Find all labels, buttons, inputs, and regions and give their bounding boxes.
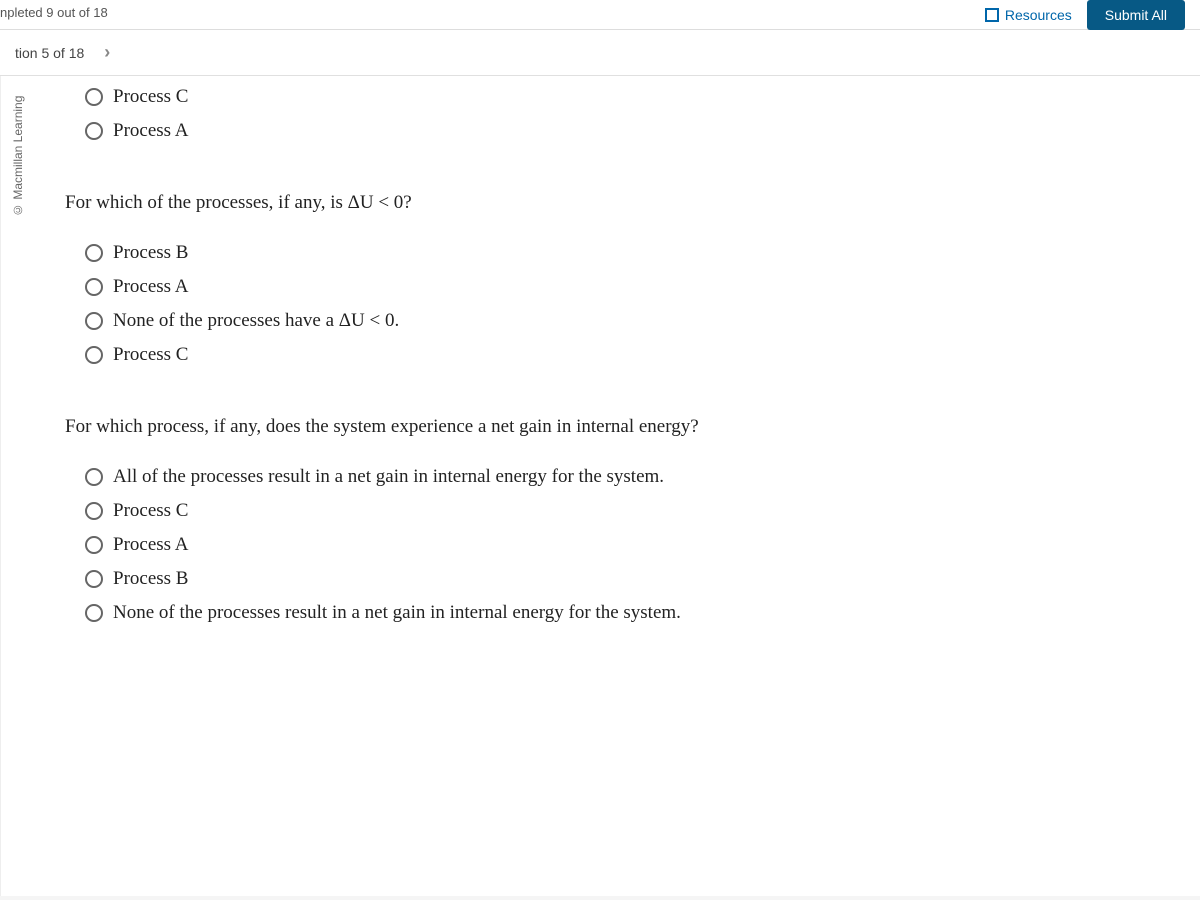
- next-question-arrow[interactable]: ›: [104, 42, 110, 63]
- option-label: Process A: [113, 534, 188, 556]
- main-content: Process C Process A For which of the pro…: [35, 76, 1200, 896]
- radio-icon: [85, 502, 103, 520]
- radio-icon: [85, 122, 103, 140]
- option-label: Process B: [113, 242, 188, 264]
- option-process-a-3[interactable]: Process A: [85, 534, 1170, 556]
- option-label: None of the processes result in a net ga…: [113, 602, 681, 624]
- resources-label: Resources: [1005, 7, 1072, 23]
- question-counter: tion 5 of 18: [15, 45, 84, 61]
- option-process-c-1[interactable]: Process C: [85, 86, 1170, 108]
- option-none-3[interactable]: None of the processes result in a net ga…: [85, 602, 1170, 624]
- option-label: Process A: [113, 276, 188, 298]
- option-process-a-1[interactable]: Process A: [85, 120, 1170, 142]
- option-label: All of the processes result in a net gai…: [113, 466, 664, 488]
- copyright-sidebar: © Macmillan Learning: [0, 76, 35, 896]
- option-label: Process B: [113, 568, 188, 590]
- option-group-1: Process C Process A: [65, 86, 1170, 142]
- top-bar: npleted 9 out of 18 Resources Submit All: [0, 0, 1200, 30]
- radio-icon: [85, 244, 103, 262]
- option-process-a-2[interactable]: Process A: [85, 276, 1170, 298]
- option-process-c-3[interactable]: Process C: [85, 500, 1170, 522]
- question-prompt-3: For which process, if any, does the syst…: [65, 416, 1170, 438]
- option-process-c-2[interactable]: Process C: [85, 344, 1170, 366]
- radio-icon: [85, 278, 103, 296]
- completed-status: npleted 9 out of 18: [0, 0, 108, 25]
- option-label: None of the processes have a ΔU < 0.: [113, 310, 399, 332]
- checkbox-icon: [985, 8, 999, 22]
- option-label: Process C: [113, 86, 188, 108]
- question-prompt-2: For which of the processes, if any, is Δ…: [65, 192, 1170, 214]
- radio-icon: [85, 570, 103, 588]
- content-wrapper: © Macmillan Learning Process C Process A…: [0, 76, 1200, 896]
- radio-icon: [85, 536, 103, 554]
- option-all-3[interactable]: All of the processes result in a net gai…: [85, 466, 1170, 488]
- radio-icon: [85, 346, 103, 364]
- question-nav-bar: tion 5 of 18 ›: [0, 30, 1200, 76]
- option-process-b-3[interactable]: Process B: [85, 568, 1170, 590]
- option-process-b-2[interactable]: Process B: [85, 242, 1170, 264]
- option-label: Process C: [113, 500, 188, 522]
- question-group-2: For which of the processes, if any, is Δ…: [65, 192, 1170, 366]
- option-label: Process A: [113, 120, 188, 142]
- resources-link[interactable]: Resources: [985, 7, 1072, 23]
- radio-icon: [85, 604, 103, 622]
- radio-icon: [85, 312, 103, 330]
- option-none-2[interactable]: None of the processes have a ΔU < 0.: [85, 310, 1170, 332]
- submit-all-button[interactable]: Submit All: [1087, 0, 1185, 30]
- option-label: Process C: [113, 344, 188, 366]
- question-group-3: For which process, if any, does the syst…: [65, 416, 1170, 624]
- radio-icon: [85, 468, 103, 486]
- radio-icon: [85, 88, 103, 106]
